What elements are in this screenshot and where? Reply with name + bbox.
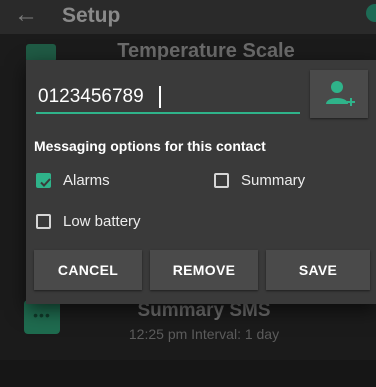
app-bar: ← Setup — [0, 0, 376, 34]
screen: ← Setup Temperature Scale ••• Summary SM… — [0, 0, 376, 387]
bottom-bar — [0, 360, 376, 387]
alarms-checkbox[interactable]: Alarms — [36, 169, 110, 191]
alarms-label: Alarms — [63, 171, 110, 189]
app-title: Setup — [62, 4, 121, 27]
sms-item-subtitle: 12:25 pm Interval: 1 day — [128, 326, 280, 342]
add-person-icon — [326, 81, 355, 106]
summary-label: Summary — [241, 171, 306, 189]
checkbox-unchecked-icon[interactable] — [214, 172, 229, 188]
low-battery-checkbox[interactable]: Low battery — [36, 210, 141, 232]
arrow-left-icon[interactable]: ← — [14, 2, 38, 28]
cancel-button[interactable]: CANCEL — [34, 250, 142, 290]
summary-checkbox[interactable]: Summary — [214, 169, 305, 191]
low-battery-label: Low battery — [63, 212, 141, 230]
action-icon[interactable] — [366, 4, 376, 22]
save-button[interactable]: SAVE — [266, 250, 370, 290]
phone-number-input[interactable] — [36, 82, 300, 114]
remove-button[interactable]: REMOVE — [150, 250, 258, 290]
checkbox-unchecked-icon[interactable] — [36, 213, 51, 229]
text-caret — [159, 86, 161, 108]
sms-chat-icon: ••• — [24, 300, 60, 334]
checkbox-checked-icon[interactable] — [36, 172, 51, 188]
add-contact-button[interactable] — [310, 70, 368, 118]
messaging-options-label: Messaging options for this contact — [34, 138, 266, 154]
contact-dialog: Messaging options for this contact Alarm… — [26, 60, 376, 304]
